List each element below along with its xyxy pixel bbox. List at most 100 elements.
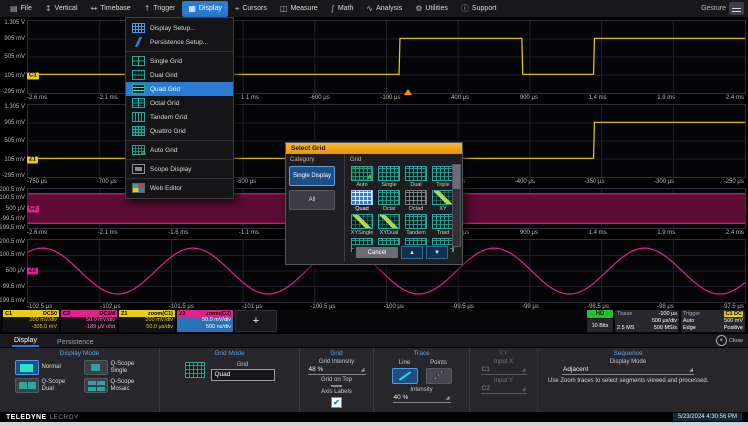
grid-option-icon [432, 214, 454, 229]
grid-option[interactable]: Dual [403, 166, 429, 188]
grid-option[interactable]: Single [376, 166, 402, 188]
display-menu-item[interactable]: Display Setup... [126, 21, 233, 35]
trigger-descriptor[interactable]: TriggerC1 DC Auto500 mV EdgePositive [681, 310, 745, 332]
display-menu-item[interactable]: Tandem Grid [126, 110, 233, 124]
grid-option[interactable]: Quad [349, 190, 375, 212]
clock: 5/23/2024 4:30:56 PM [673, 413, 742, 421]
menubar-item[interactable]: ↕ Vertical [39, 1, 84, 17]
grid-intensity-input[interactable]: 48 %◢ [308, 366, 366, 375]
input-x-select[interactable]: C1◢ [481, 366, 527, 375]
display-menu-item[interactable]: Persistence Setup... [126, 35, 233, 49]
menubar-item[interactable]: ⚙ Utilities [409, 1, 454, 17]
display-menu: Display Setup... Persistence Setup... Si… [125, 17, 234, 199]
display-menu-item[interactable]: Auto Grid [126, 140, 233, 157]
display-settings-panel: Display Persistence × Close Display Mode… [0, 333, 748, 412]
x-axis-label: -99 μs [522, 304, 539, 311]
category-button[interactable]: All [289, 190, 335, 210]
menubar-item[interactable]: ↑ Trigger [138, 1, 182, 17]
select-grid-dialog-title[interactable]: Select Grid [286, 143, 462, 154]
grid-option[interactable]: Octal [376, 190, 402, 212]
display-menu-item-icon [132, 37, 145, 47]
section-display-mode: Display Mode Normal Q-Scope Single [0, 348, 160, 412]
menubar-item[interactable]: ⌖ Cursors [229, 1, 273, 17]
x-axis-label: 1.4 ms [589, 95, 607, 102]
scrollbar-thumb[interactable] [453, 165, 460, 189]
display-menu-item[interactable]: Scope Display [126, 159, 233, 176]
menubar-item[interactable]: ⓘ Support [455, 1, 503, 17]
trigger-position-marker[interactable] [404, 89, 412, 95]
timebase-descriptor[interactable]: Tbase-100 μs 500 μs/div 2.5 MS500 MS/s [615, 310, 679, 332]
grid-option-label: Quad [355, 206, 368, 212]
gesture-control[interactable]: Gesture [701, 2, 744, 15]
panel-tab[interactable]: Persistence [55, 337, 96, 347]
menubar-item[interactable]: ▤ File [4, 1, 38, 17]
add-trace-button[interactable]: + [235, 310, 277, 332]
menubar-item-icon: ⚙ [415, 5, 422, 13]
menubar-item[interactable]: ∫ Math [325, 1, 360, 17]
display-mode-option[interactable]: Q-Scope Mosaic [84, 378, 145, 393]
display-menu-item[interactable]: Web Editor [126, 178, 233, 195]
trace-points-button[interactable]: ⋰ [426, 368, 452, 384]
trace-line-button[interactable] [392, 368, 418, 384]
grid-on-top-checkbox[interactable] [331, 385, 342, 387]
trace-descriptor[interactable]: Z1 zoom(C1) 200 mV/div 50.0 μs/div [119, 310, 175, 332]
menubar-item[interactable]: ▦ Display [182, 1, 228, 17]
display-menu-item[interactable]: Octal Grid [126, 96, 233, 110]
scroll-up-button[interactable]: ▲ [401, 246, 423, 259]
trace-descriptor[interactable]: Z2 zoom(C2) 50.0 mV/div 500 ns/div [177, 310, 233, 332]
trace-intensity-input[interactable]: 40 %◢ [393, 394, 451, 403]
close-panel-button[interactable]: × Close [716, 335, 743, 346]
trace-descriptor[interactable]: C1 DC50 200 mV/div -305.0 mV [3, 310, 59, 332]
display-mode-option[interactable]: Q-Scope Dual [15, 378, 76, 393]
axis-labels-checkbox[interactable]: ✔ [331, 397, 342, 408]
x-axis-label: 1.9 ms [657, 95, 675, 102]
display-mode-option-icon [15, 360, 39, 375]
menubar-item[interactable]: ◫ Measure [274, 1, 324, 17]
cancel-button[interactable]: Cancel [356, 247, 398, 258]
menubar-item-label: Vertical [55, 5, 78, 12]
display-menu-item-icon [132, 126, 145, 136]
y-axis-label: -199.5 mV [0, 225, 25, 231]
display-mode-option[interactable]: Q-Scope Single [84, 360, 145, 375]
x-axis-label: -102 μs [100, 304, 120, 311]
dialog-scrollbar[interactable] [452, 164, 461, 247]
display-menu-item[interactable]: Single Grid [126, 51, 233, 68]
category-button[interactable]: Single Display [289, 166, 335, 186]
x-axis-label: 900 μs [520, 95, 538, 102]
display-menu-item[interactable]: Quad Grid [126, 82, 233, 96]
z1-channel-marker[interactable]: Z1 [27, 156, 38, 163]
select-grid-dialog: Select Grid Category Single Display All [285, 142, 463, 265]
c1-channel-marker[interactable]: C1 [27, 72, 39, 79]
menubar-item[interactable]: ∿ Analysis [360, 1, 408, 17]
grid-option[interactable]: Auto [349, 166, 375, 188]
display-menu-item-icon [132, 84, 145, 94]
trace-descriptor[interactable]: C2 DC1M 50.0 mV/div -189 μV ofst [61, 310, 117, 332]
display-menu-item[interactable]: Dual Grid [126, 68, 233, 82]
sequence-display-mode-select[interactable]: Adjacent◢ [562, 366, 694, 375]
grid-option[interactable]: XYDual [376, 214, 402, 236]
gesture-icon[interactable] [729, 2, 744, 15]
menubar-item[interactable]: ↔ Timebase [85, 1, 137, 17]
grid-option[interactable]: Tandem [403, 214, 429, 236]
grid-mode-input[interactable]: Quad [211, 369, 275, 381]
x-axis-label: 1.9 ms [657, 230, 675, 237]
display-menu-item-icon [132, 112, 145, 122]
window-edge [0, 422, 748, 426]
grid-option[interactable]: Octad [403, 190, 429, 212]
points-label: Points [430, 360, 447, 367]
display-mode-option-icon [84, 378, 108, 393]
grid-option[interactable]: XYSingle [349, 214, 375, 236]
display-menu-item-icon [132, 98, 145, 108]
trace-intensity-label: Intensity [410, 387, 432, 394]
input-y-select[interactable]: C2◢ [481, 385, 527, 394]
grid-option-icon [351, 214, 373, 229]
panel-tab[interactable]: Display [12, 335, 39, 347]
display-mode-option[interactable]: Normal [15, 360, 76, 375]
scroll-down-button[interactable]: ▼ [426, 246, 448, 259]
x-axis-label: -98 μs [657, 304, 674, 311]
trace-offset: 50.0 μs/div [121, 324, 173, 331]
c2-channel-marker[interactable]: C2 [27, 205, 39, 212]
check-icon: ✔ [333, 398, 340, 407]
z2-channel-marker[interactable]: Z2 [27, 268, 38, 275]
display-menu-item[interactable]: Quattro Grid [126, 124, 233, 138]
